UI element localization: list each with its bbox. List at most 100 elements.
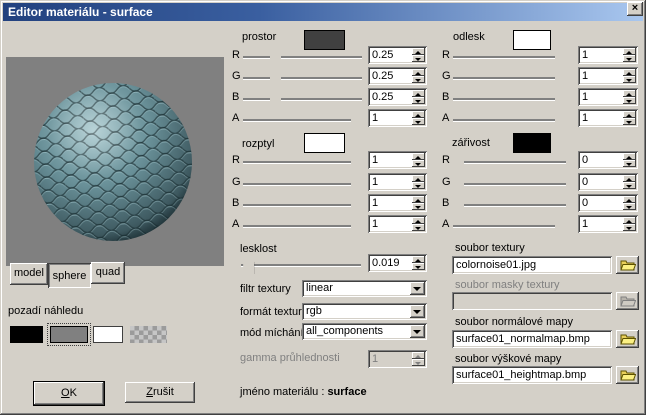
zarivost-r-slider-thumb[interactable] bbox=[453, 153, 464, 171]
preview-bg-swatch-black[interactable] bbox=[10, 326, 43, 343]
rozptyl-r-slider-thumb[interactable] bbox=[351, 153, 362, 171]
zarivost-a-input[interactable]: 1 bbox=[578, 215, 638, 233]
odlesk-a-slider[interactable] bbox=[453, 119, 566, 121]
lesklost-slider-thumb[interactable] bbox=[243, 256, 254, 274]
rozptyl-g-slider[interactable] bbox=[243, 183, 362, 185]
zarivost-a-slider[interactable] bbox=[453, 225, 566, 227]
rozptyl-color-swatch[interactable] bbox=[304, 133, 345, 153]
prostor-r-input[interactable]: 0.25 bbox=[368, 46, 427, 64]
normalmap-file-input[interactable]: surface01_normalmap.bmp bbox=[452, 330, 612, 348]
ok-button[interactable]: OK bbox=[33, 381, 105, 406]
zarivost-b-spinner[interactable] bbox=[623, 196, 636, 210]
texture-filter-dropdown-button[interactable] bbox=[410, 282, 425, 295]
rozptyl-a-spinner[interactable] bbox=[412, 217, 425, 231]
zarivost-r-slider[interactable] bbox=[453, 161, 566, 163]
lesklost-spinner[interactable] bbox=[412, 256, 425, 270]
odlesk-r-input[interactable]: 1 bbox=[578, 46, 638, 64]
rozptyl-r-spinner[interactable] bbox=[412, 153, 425, 167]
odlesk-b-slider-thumb[interactable] bbox=[555, 90, 566, 108]
odlesk-r-spinner[interactable] bbox=[623, 48, 636, 62]
odlesk-a-slider-thumb[interactable] bbox=[555, 111, 566, 129]
zarivost-g-input[interactable]: 0 bbox=[578, 173, 638, 191]
zarivost-a-slider-thumb[interactable] bbox=[555, 217, 566, 235]
odlesk-a-spinner[interactable] bbox=[623, 111, 636, 125]
prostor-g-slider[interactable] bbox=[243, 77, 362, 79]
preview-bg-swatch-checker[interactable] bbox=[130, 326, 167, 343]
rozptyl-a-slider[interactable] bbox=[243, 225, 362, 227]
zarivost-g-slider-thumb[interactable] bbox=[453, 175, 464, 193]
odlesk-b-spinner[interactable] bbox=[623, 90, 636, 104]
heightmap-file-browse-button[interactable] bbox=[616, 366, 639, 384]
preview-bg-swatch-gray[interactable] bbox=[50, 326, 88, 343]
texture-filter-select[interactable]: linear bbox=[302, 280, 427, 297]
rozptyl-a-slider-thumb[interactable] bbox=[351, 217, 362, 235]
prostor-g-spinner[interactable] bbox=[412, 69, 425, 83]
texture-file-label: soubor textury bbox=[455, 242, 525, 254]
zarivost-a-spinner[interactable] bbox=[623, 217, 636, 231]
odlesk-g-slider[interactable] bbox=[453, 77, 566, 79]
prostor-b-input[interactable]: 0.25 bbox=[368, 88, 427, 106]
odlesk-b-slider[interactable] bbox=[453, 98, 566, 100]
texture-file-browse-button[interactable] bbox=[616, 256, 639, 274]
lesklost-input[interactable]: 0.019 bbox=[368, 254, 427, 272]
prostor-b-slider-thumb[interactable] bbox=[270, 90, 281, 108]
close-button[interactable]: × bbox=[627, 2, 643, 16]
zarivost-color-swatch[interactable] bbox=[513, 133, 551, 153]
rozptyl-b-slider[interactable] bbox=[243, 204, 362, 206]
rozptyl-b-spinner[interactable] bbox=[412, 196, 425, 210]
odlesk-g-spinner[interactable] bbox=[623, 69, 636, 83]
blend-mode-select[interactable]: all_components bbox=[302, 323, 427, 340]
prostor-g-input[interactable]: 0.25 bbox=[368, 67, 427, 85]
preview-mode-model-button[interactable]: model bbox=[10, 263, 48, 285]
prostor-b-spinner[interactable] bbox=[412, 90, 425, 104]
normalmap-file-browse-button[interactable] bbox=[616, 330, 639, 348]
window-title: Editor materiálu - surface bbox=[3, 5, 153, 19]
preview-background-label: pozadí náhledu bbox=[8, 305, 83, 317]
rozptyl-r-slider[interactable] bbox=[243, 161, 362, 163]
rozptyl-g-row: G 1 bbox=[232, 173, 432, 193]
prostor-g-slider-thumb[interactable] bbox=[270, 69, 281, 87]
blend-mode-dropdown-button[interactable] bbox=[410, 325, 425, 338]
rozptyl-g-slider-thumb[interactable] bbox=[351, 175, 362, 193]
texture-file-input[interactable]: colornoise01.jpg bbox=[452, 256, 612, 274]
prostor-a-slider[interactable] bbox=[243, 119, 362, 121]
zarivost-b-input[interactable]: 0 bbox=[578, 194, 638, 212]
zarivost-b-slider[interactable] bbox=[453, 204, 566, 206]
prostor-label: prostor bbox=[242, 31, 276, 43]
prostor-r-slider[interactable] bbox=[243, 56, 362, 58]
odlesk-a-input[interactable]: 1 bbox=[578, 109, 638, 127]
zarivost-r-spinner[interactable] bbox=[623, 153, 636, 167]
rozptyl-g-input[interactable]: 1 bbox=[368, 173, 427, 191]
cancel-button[interactable]: Zrušit bbox=[125, 382, 195, 403]
rozptyl-a-input[interactable]: 1 bbox=[368, 215, 427, 233]
texture-format-dropdown-button[interactable] bbox=[410, 305, 425, 318]
heightmap-file-input[interactable]: surface01_heightmap.bmp bbox=[452, 366, 612, 384]
rozptyl-b-slider-thumb[interactable] bbox=[351, 196, 362, 214]
prostor-a-slider-thumb[interactable] bbox=[351, 111, 362, 129]
zarivost-r-input[interactable]: 0 bbox=[578, 151, 638, 169]
odlesk-b-input[interactable]: 1 bbox=[578, 88, 638, 106]
rozptyl-g-spinner[interactable] bbox=[412, 175, 425, 189]
odlesk-g-slider-thumb[interactable] bbox=[555, 69, 566, 87]
odlesk-g-input[interactable]: 1 bbox=[578, 67, 638, 85]
rozptyl-b-input[interactable]: 1 bbox=[368, 194, 427, 212]
title-bar[interactable]: Editor materiálu - surface bbox=[3, 3, 643, 21]
odlesk-r-slider[interactable] bbox=[453, 56, 566, 58]
preview-bg-swatch-white[interactable] bbox=[93, 326, 123, 343]
prostor-a-input[interactable]: 1 bbox=[368, 109, 427, 127]
prostor-b-slider[interactable] bbox=[243, 98, 362, 100]
preview-mode-quad-button[interactable]: quad bbox=[91, 262, 125, 284]
lesklost-slider[interactable] bbox=[241, 264, 361, 266]
preview-mode-sphere-button[interactable]: sphere bbox=[48, 263, 91, 288]
zarivost-g-spinner[interactable] bbox=[623, 175, 636, 189]
texture-format-select[interactable]: rgb bbox=[302, 303, 427, 320]
open-folder-icon bbox=[620, 259, 636, 271]
prostor-r-slider-thumb[interactable] bbox=[270, 48, 281, 66]
prostor-a-spinner[interactable] bbox=[412, 111, 425, 125]
rozptyl-r-row: R 1 bbox=[232, 151, 432, 171]
prostor-r-spinner[interactable] bbox=[412, 48, 425, 62]
zarivost-g-slider[interactable] bbox=[453, 183, 566, 185]
zarivost-b-slider-thumb[interactable] bbox=[453, 196, 464, 214]
odlesk-r-slider-thumb[interactable] bbox=[555, 48, 566, 66]
rozptyl-r-input[interactable]: 1 bbox=[368, 151, 427, 169]
